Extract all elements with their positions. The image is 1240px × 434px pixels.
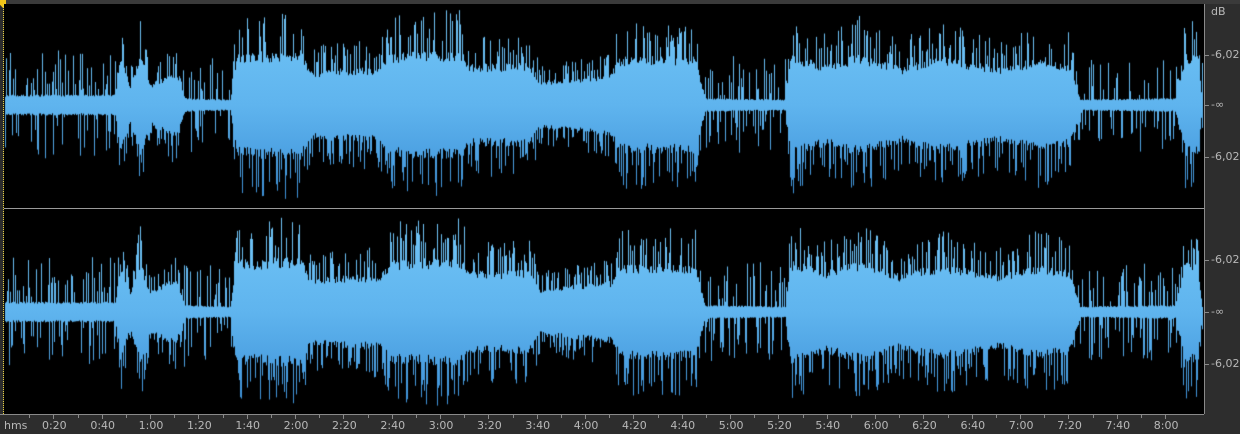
ruler-label: 4:00 [573,419,599,432]
db-scale: dB -6,02 -∞ -6,02 -6,02 -∞ -6,02 [1204,4,1240,414]
ruler-minor-tick [947,415,949,418]
ch1-zero-label: -∞ [1211,98,1225,111]
ch2-zero-label: -∞ [1211,305,1225,318]
waveform-display[interactable] [4,4,1204,414]
ruler-label: 4:40 [670,419,696,432]
ruler-label: 6:20 [912,419,937,432]
ruler-label: 6:40 [960,419,986,432]
ruler-minor-tick [415,415,417,418]
ruler-minor-tick [174,415,176,418]
scale-tick [1205,364,1209,365]
scale-tick [1205,55,1209,56]
ruler-label: 1:40 [235,419,261,432]
ruler-minor-tick [754,415,756,418]
ruler-label: 2:20 [332,419,357,432]
ruler-minor-tick [125,415,127,418]
ruler-label: 1:00 [138,419,164,432]
ruler-minor-tick [560,415,562,418]
ruler-minor-tick [705,415,707,418]
ruler-label: 3:00 [428,419,454,432]
scale-tick [1205,157,1209,158]
db-unit-label: dB [1211,5,1226,18]
ruler-label: 8:00 [1153,419,1179,432]
ruler-minor-tick [1092,415,1094,418]
ch1-upper-level-label: -6,02 [1211,48,1240,61]
ruler-label: 6:00 [863,419,889,432]
ruler-minor-tick [512,415,514,418]
channel-separator [4,208,1204,209]
ruler-minor-tick [609,415,611,418]
ruler-label: 5:20 [767,419,792,432]
ruler-minor-tick [270,415,272,418]
ruler-minor-tick [319,415,321,418]
ruler-label: 0:40 [90,419,116,432]
scale-tick [1205,105,1209,106]
ruler-label: 3:40 [525,419,551,432]
ruler-minor-tick [802,415,804,418]
ruler-minor-tick [995,415,997,418]
ruler-label: 5:40 [815,419,841,432]
ruler-label: 3:20 [477,419,502,432]
ruler-label: 1:20 [187,419,212,432]
ruler-label: 5:00 [718,419,744,432]
ruler-label: 7:20 [1057,419,1082,432]
ruler-label: 4:20 [622,419,647,432]
scale-tick [1205,312,1209,313]
ruler-minor-tick [77,415,79,418]
ruler-minor-tick [367,415,369,418]
ruler-minor-tick [657,415,659,418]
ruler-minor-tick [29,415,31,418]
ch2-lower-level-label: -6,02 [1211,357,1240,370]
ruler-minor-tick [222,415,224,418]
ch1-lower-level-label: -6,02 [1211,150,1240,163]
ruler-minor-tick [464,415,466,418]
ruler-minor-tick [899,415,901,418]
ruler-minor-tick [1044,415,1046,418]
ruler-label: 0:20 [41,419,67,432]
playhead-line [3,4,5,414]
ruler-label: 2:40 [380,419,406,432]
ruler-label: 7:40 [1105,419,1131,432]
scale-tick [1205,260,1209,261]
ch2-upper-level-label: -6,02 [1211,253,1240,266]
ruler-label: 7:00 [1008,419,1034,432]
ruler-label: 2:00 [283,419,309,432]
time-ruler[interactable]: hms 0:20 0:40 1:00 1:20 1:40 2:00 2:20 2:40 3:00… [0,414,1204,434]
time-unit-label: hms [4,419,28,432]
ruler-minor-tick [850,415,852,418]
ruler-minor-tick [1140,415,1142,418]
